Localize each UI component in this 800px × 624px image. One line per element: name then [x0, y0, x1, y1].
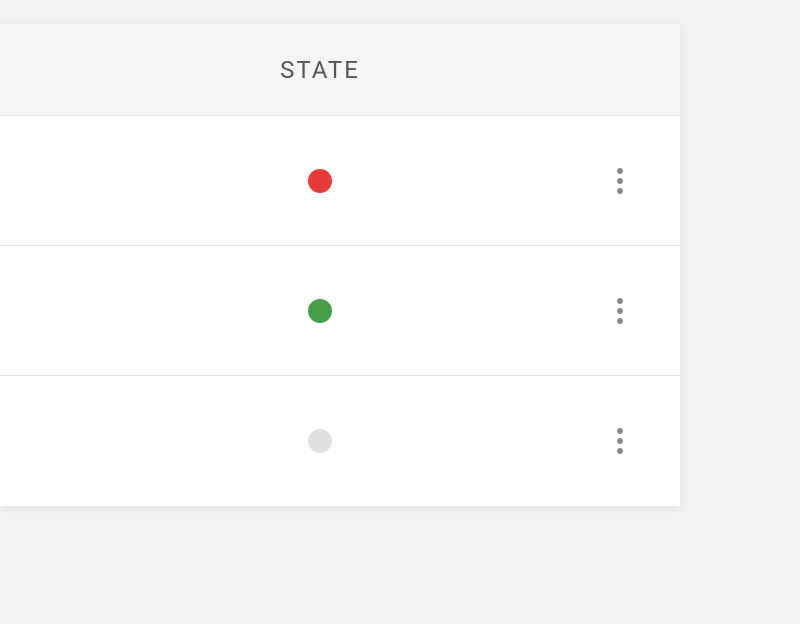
column-header-state: STATE	[0, 56, 680, 84]
state-cell	[0, 169, 560, 193]
state-cell	[0, 429, 560, 453]
data-table: STATE	[0, 24, 680, 506]
table-header: STATE	[0, 24, 680, 116]
actions-cell	[560, 290, 680, 332]
state-indicator-dot	[308, 169, 332, 193]
actions-cell	[560, 160, 680, 202]
state-cell	[0, 299, 560, 323]
actions-cell	[560, 420, 680, 462]
more-vert-icon[interactable]	[609, 290, 631, 332]
more-vert-icon[interactable]	[609, 420, 631, 462]
more-vert-icon[interactable]	[609, 160, 631, 202]
state-indicator-dot	[308, 299, 332, 323]
table-row	[0, 116, 680, 246]
table-row	[0, 246, 680, 376]
state-indicator-dot	[308, 429, 332, 453]
table-row	[0, 376, 680, 506]
